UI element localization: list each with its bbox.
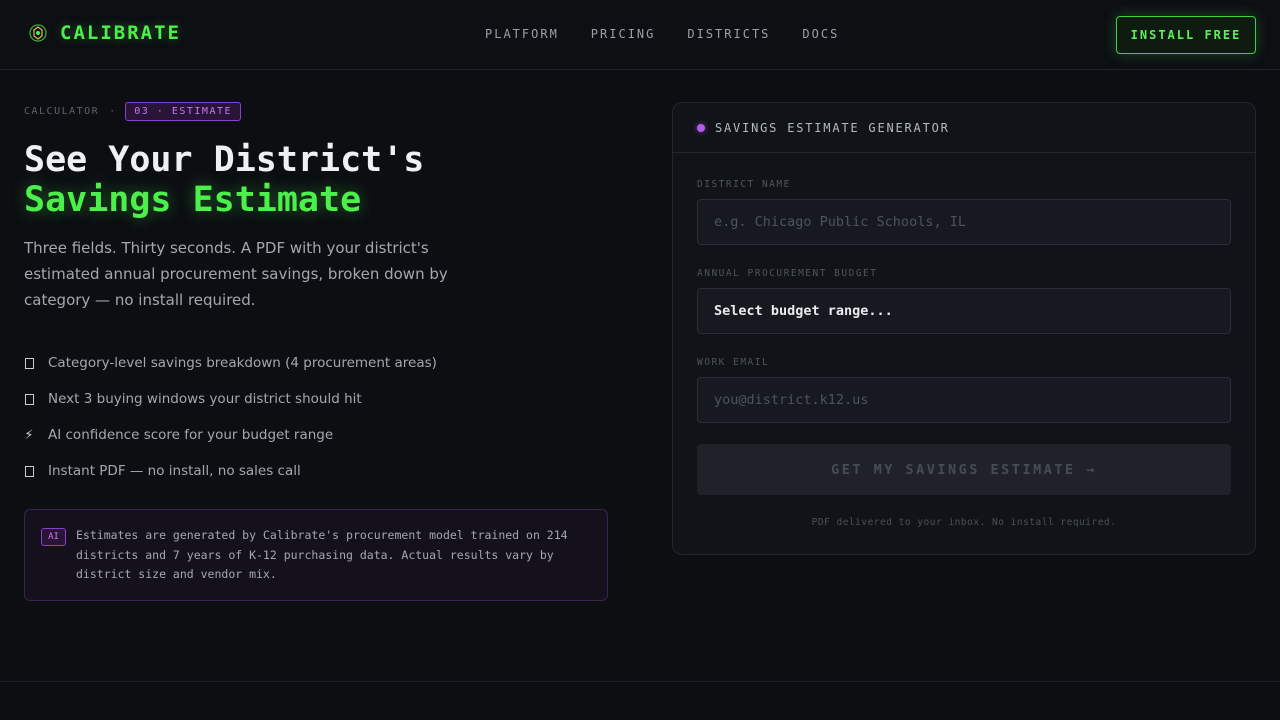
list-item: Category-level savings breakdown (4 proc… xyxy=(24,345,437,381)
ai-disclaimer-text: Estimates are generated by Calibrate's p… xyxy=(76,528,568,581)
page-title-line2: Savings Estimate xyxy=(24,180,362,220)
form-footer-note: PDF delivered to your inbox. No install … xyxy=(811,517,1117,528)
budget-label: ANNUAL PROCUREMENT BUDGET xyxy=(697,268,878,279)
feature-text: Category-level savings breakdown (4 proc… xyxy=(48,355,437,371)
list-item: Next 3 buying windows your district shou… xyxy=(24,381,437,417)
status-dot-icon xyxy=(697,123,705,132)
main-nav: PLATFORM PRICING DISTRICTS DOCS xyxy=(485,27,839,41)
estimate-form-card: SAVINGS ESTIMATE GENERATOR DISTRICT NAME… xyxy=(672,102,1256,555)
section-divider xyxy=(0,681,1280,682)
install-free-button[interactable]: INSTALL FREE xyxy=(1116,16,1256,54)
district-name-label: DISTRICT NAME xyxy=(697,179,791,190)
nav-districts[interactable]: DISTRICTS xyxy=(687,27,770,41)
card-header: SAVINGS ESTIMATE GENERATOR xyxy=(673,103,1255,153)
brand-name: CALIBRATE xyxy=(60,22,181,44)
checkbox-icon xyxy=(24,357,34,369)
nav-platform[interactable]: PLATFORM xyxy=(485,27,559,41)
nav-docs[interactable]: DOCS xyxy=(802,27,839,41)
card-title: SAVINGS ESTIMATE GENERATOR xyxy=(715,120,950,135)
step-badge: 03 · ESTIMATE xyxy=(125,102,242,121)
budget-select-value: Select budget range... xyxy=(714,303,893,319)
checkbox-icon xyxy=(24,465,34,477)
checkbox-icon xyxy=(24,393,34,405)
page-title-line1: See Your District's xyxy=(24,140,425,180)
work-email-field-wrapper xyxy=(697,377,1231,423)
feature-text: AI confidence score for your budget rang… xyxy=(48,427,334,443)
brand[interactable]: CALIBRATE xyxy=(28,22,181,44)
lightning-icon: ⚡ xyxy=(24,427,34,443)
nav-pricing[interactable]: PRICING xyxy=(591,27,656,41)
breadcrumb-calculator[interactable]: CALCULATOR xyxy=(24,106,99,117)
budget-select[interactable]: Select budget range... xyxy=(697,288,1231,334)
top-navbar: CALIBRATE PLATFORM PRICING DISTRICTS DOC… xyxy=(0,0,1280,70)
breadcrumb-separator: · xyxy=(109,106,116,117)
list-item: Instant PDF — no install, no sales call xyxy=(24,453,437,489)
breadcrumb: CALCULATOR · 03 · ESTIMATE xyxy=(24,102,242,121)
ai-badge: AI xyxy=(41,528,66,546)
ai-disclaimer-note: AI Estimates are generated by Calibrate'… xyxy=(24,509,608,601)
district-name-input[interactable] xyxy=(714,214,1230,230)
work-email-input[interactable] xyxy=(714,392,1230,408)
feature-text: Instant PDF — no install, no sales call xyxy=(48,463,301,479)
feature-list: Category-level savings breakdown (4 proc… xyxy=(24,345,437,489)
intro-text: Three fields. Thirty seconds. A PDF with… xyxy=(24,239,448,309)
list-item: ⚡ AI confidence score for your budget ra… xyxy=(24,417,437,453)
brand-logo-icon xyxy=(29,24,47,42)
get-estimate-button[interactable]: GET MY SAVINGS ESTIMATE → xyxy=(697,444,1231,495)
district-name-field-wrapper xyxy=(697,199,1231,245)
feature-text: Next 3 buying windows your district shou… xyxy=(48,391,362,407)
work-email-label: WORK EMAIL xyxy=(697,357,770,368)
page-title: See Your District's Savings Estimate xyxy=(24,140,424,220)
